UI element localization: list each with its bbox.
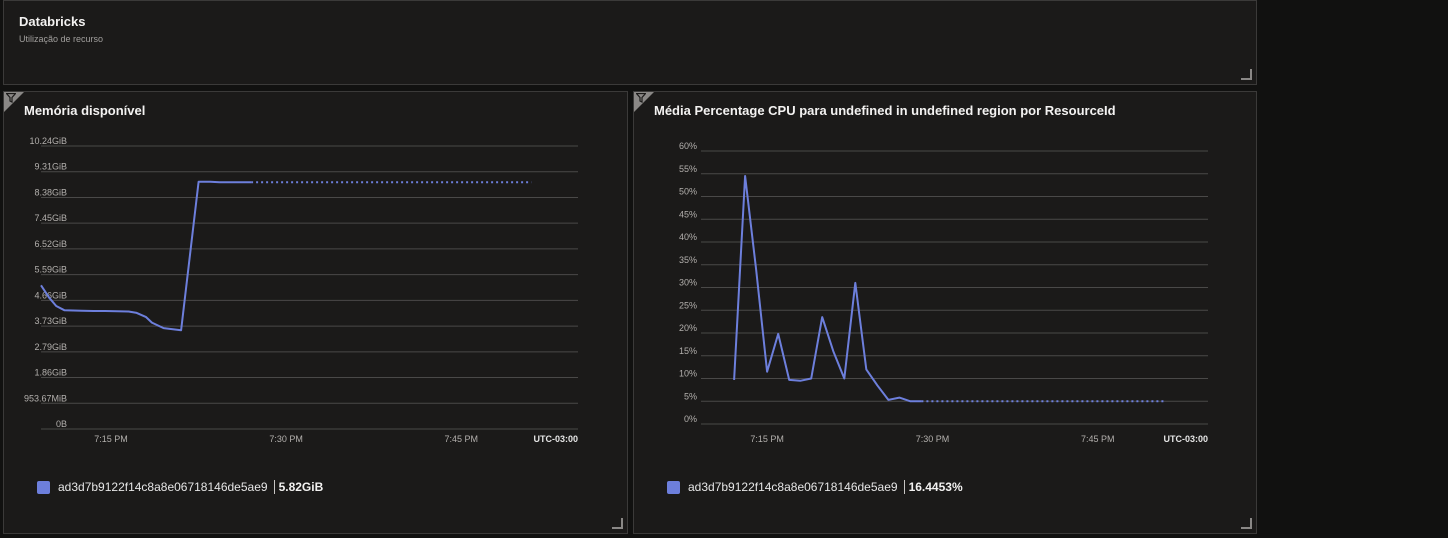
y-tick-label: 2.79GiB (34, 342, 67, 352)
cpu-chart: 0% 5% 10% 15% 20% 25% 30% 35% 40% 45% 50% 55% 60% 7:1… (679, 141, 1208, 444)
y-tick-label: 10.24GiB (29, 136, 67, 146)
y-tick-label: 8.38GiB (34, 187, 67, 197)
x-tick-label: 7:30 PM (269, 434, 303, 444)
chart-legend[interactable]: ad3d7b9122f14c8a8e06718146de5ae9 5.82GiB (37, 480, 323, 494)
resize-handle-icon[interactable] (1241, 518, 1252, 529)
x-tick-label: 7:15 PM (94, 434, 128, 444)
y-tick-label: 7.45GiB (34, 213, 67, 223)
y-tick-label: 60% (679, 141, 697, 151)
dashboard-subtitle: Utilização de recurso (19, 34, 104, 44)
legend-series-value: 16.4453% (908, 480, 963, 494)
memory-chart: 0B953.67MiB1.86GiB2.79GiB3.73GiB4.66GiB5… (24, 136, 578, 444)
x-tick-label: 7:30 PM (916, 434, 950, 444)
dashboard-title-tile: Databricks Utilização de recurso (3, 0, 1257, 85)
timezone-label: UTC-03:00 (533, 434, 578, 444)
y-tick-label: 6.52GiB (34, 239, 67, 249)
y-tick-label: 15% (679, 346, 697, 356)
y-tick-label: 20% (679, 323, 697, 333)
x-tick-label: 7:15 PM (750, 434, 784, 444)
y-tick-label: 5.59GiB (34, 265, 67, 275)
y-tick-label: 50% (679, 187, 697, 197)
y-tick-label: 30% (679, 278, 697, 288)
chart-legend[interactable]: ad3d7b9122f14c8a8e06718146de5ae9 16.4453… (667, 480, 963, 494)
y-tick-label: 45% (679, 209, 697, 219)
memory-chart-tile[interactable]: Memória disponível 0B 953.67MiB 1.86GiB 2.7… (3, 91, 628, 534)
legend-series-name: ad3d7b9122f14c8a8e06718146de5ae9 (58, 480, 268, 494)
legend-series-name: ad3d7b9122f14c8a8e06718146de5ae9 (688, 480, 898, 494)
legend-swatch (37, 480, 50, 494)
legend-separator (273, 480, 275, 494)
y-tick-label: 9.31GiB (34, 162, 67, 172)
y-tick-label: 0% (684, 414, 697, 424)
y-tick-label: 10% (679, 369, 697, 379)
series-line (733, 175, 922, 403)
cpu-chart-tile[interactable]: Média Percentage CPU para undefined in u… (633, 91, 1257, 534)
y-tick-label: 1.86GiB (34, 368, 67, 378)
y-tick-label: 0B (56, 419, 67, 429)
series-line (40, 180, 252, 332)
y-tick-label: 3.73GiB (34, 316, 67, 326)
y-tick-label: 953.67MiB (24, 393, 67, 403)
timezone-label: UTC-03:00 (1163, 434, 1208, 444)
y-tick-label: 5% (684, 391, 697, 401)
x-tick-label: 7:45 PM (444, 434, 478, 444)
y-tick-label: 40% (679, 232, 697, 242)
resize-handle-icon[interactable] (1241, 69, 1252, 80)
x-tick-label: 7:45 PM (1081, 434, 1115, 444)
y-tick-label: 35% (679, 255, 697, 265)
y-tick-label: 55% (679, 164, 697, 174)
legend-swatch (667, 480, 680, 494)
legend-separator (903, 480, 905, 494)
y-tick-label: 25% (679, 300, 697, 310)
dashboard-title: Databricks (19, 14, 86, 29)
legend-series-value: 5.82GiB (278, 480, 324, 494)
resize-handle-icon[interactable] (612, 518, 623, 529)
